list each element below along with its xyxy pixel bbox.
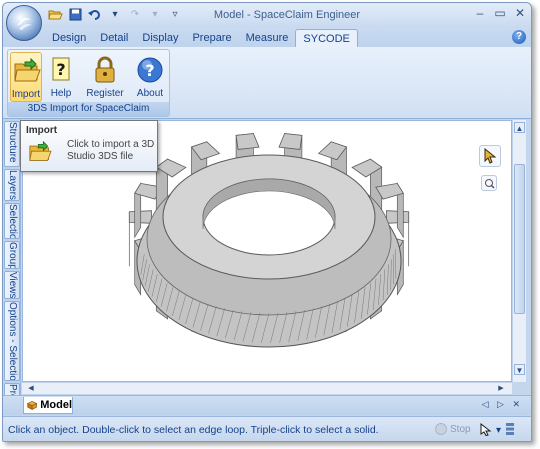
import-label: Import [11, 89, 41, 100]
app-window: ▾ ↷ ▾ ▿ Model - SpaceClaim Engineer – ▭ … [2, 2, 532, 442]
tab-design[interactable]: Design [45, 29, 93, 47]
model-icon [27, 400, 38, 410]
about-button[interactable]: ? About [134, 52, 166, 102]
vtab-selection[interactable]: Selection [4, 203, 20, 239]
vtab-layers[interactable]: Layers [4, 169, 20, 201]
gear-tooth-top [235, 133, 260, 150]
document-tab-model[interactable]: Model [23, 397, 73, 414]
select-mode-dropdown-icon[interactable]: ▾ [496, 425, 501, 436]
select-mode-icon[interactable] [480, 422, 492, 439]
application-menu-button[interactable] [6, 5, 42, 41]
select-tool-icon[interactable] [479, 145, 501, 167]
vtab-selection-label: Selection [7, 204, 18, 239]
status-message: Click an object. Double-click to select … [8, 424, 379, 436]
folder-open-icon [11, 55, 43, 87]
window-controls: – ▭ ✕ [471, 6, 529, 22]
about-label: About [136, 88, 164, 99]
stop-icon [435, 423, 447, 435]
maximize-button[interactable]: ▭ [491, 6, 509, 22]
tooltip-title: Import [26, 125, 58, 136]
vertical-scrollbar[interactable]: ▲ ▼ [512, 120, 526, 382]
ribbon-tab-row: Design Detail Display Prepare Measure SY… [3, 27, 531, 47]
stop-label: Stop [450, 423, 471, 435]
tab-measure[interactable]: Measure [239, 29, 296, 47]
vtab-groups-label: Groups [7, 242, 18, 269]
ribbon-group-3ds-import: Import ? Help Register ? About 3DS Impor… [7, 49, 170, 117]
help-icon[interactable]: ? [512, 30, 526, 44]
tooltip-folder-open-icon [28, 140, 52, 165]
scroll-up-icon[interactable]: ▲ [514, 122, 525, 133]
vtab-views-label: Views [7, 272, 18, 299]
close-button[interactable]: ✕ [511, 6, 529, 22]
vtab-views[interactable]: Views [4, 271, 20, 299]
register-label: Register [86, 88, 124, 99]
import-tooltip: Import Click to import a 3D Studio 3DS f… [20, 120, 158, 172]
gear-tooth-top [278, 133, 303, 150]
document-tab-bar: Model ◁ ▷ ✕ [3, 395, 531, 415]
vtab-options-selection-label: Options - Selection [7, 302, 18, 381]
horizontal-scrollbar[interactable]: ◀ ▶ [22, 382, 512, 394]
help-label: Help [50, 88, 72, 99]
ribbon-group-label: 3DS Import for SpaceClaim [8, 102, 169, 116]
ribbon-tabs: Design Detail Display Prepare Measure SY… [45, 29, 358, 47]
help-question-icon: ? [46, 54, 78, 86]
tab-detail[interactable]: Detail [93, 29, 135, 47]
vtab-groups[interactable]: Groups [4, 241, 20, 269]
tab-display[interactable]: Display [135, 29, 185, 47]
ribbon: Import ? Help Register ? About 3DS Impor… [3, 47, 531, 119]
stop-button[interactable]: Stop [435, 423, 471, 435]
scroll-down-icon[interactable]: ▼ [514, 364, 525, 375]
tab-prepare[interactable]: Prepare [185, 29, 238, 47]
import-button[interactable]: Import [10, 52, 42, 102]
status-options-icon[interactable] [505, 422, 515, 439]
vtab-layers-label: Layers [7, 170, 18, 201]
spaceclaim-logo-icon [17, 18, 32, 30]
vtab-options-selection[interactable]: Options - Selection [4, 301, 20, 381]
window-title: Model - SpaceClaim Engineer [213, 9, 361, 21]
about-icon: ? [134, 54, 166, 86]
title-bar: ▾ ↷ ▾ ▿ Model - SpaceClaim Engineer – ▭ … [3, 3, 531, 41]
document-tab-label: Model [40, 399, 72, 411]
register-button[interactable]: Register [82, 52, 128, 102]
scroll-right-icon[interactable]: ▶ [496, 384, 506, 393]
help-button[interactable]: ? Help [46, 52, 76, 102]
vertical-scroll-thumb[interactable] [514, 164, 525, 314]
scroll-left-icon[interactable]: ◀ [26, 384, 36, 393]
zoom-tool-icon[interactable] [481, 175, 497, 191]
tab-sycode[interactable]: SYCODE [295, 29, 358, 47]
status-bar: Click an object. Double-click to select … [3, 416, 531, 441]
vtab-structure-label: Structure [7, 122, 18, 163]
svg-text:?: ? [145, 61, 154, 80]
left-dock-panel: Structure Layers Selection Groups Views … [3, 119, 21, 409]
svg-text:?: ? [56, 60, 65, 79]
tooltip-description: Click to import a 3D Studio 3DS file [67, 139, 155, 162]
document-nav-arrows[interactable]: ◁ ▷ ✕ [482, 399, 523, 410]
status-tools: ▾ [480, 422, 515, 439]
vtab-structure[interactable]: Structure [4, 121, 20, 167]
minimize-button[interactable]: – [471, 6, 489, 22]
padlock-icon [89, 54, 121, 86]
